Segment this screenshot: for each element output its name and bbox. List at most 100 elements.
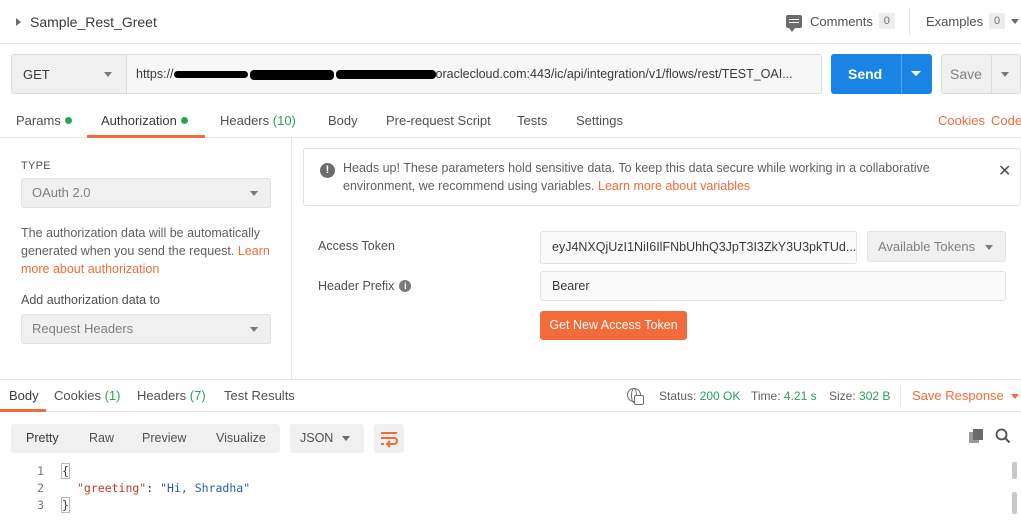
add-auth-to-value: Request Headers bbox=[32, 321, 134, 336]
tab-params[interactable]: Params bbox=[16, 113, 72, 128]
available-tokens-label: Available Tokens bbox=[878, 239, 976, 254]
json-key: "greeting" bbox=[77, 481, 147, 495]
alert-text: Heads up! These parameters hold sensitiv… bbox=[343, 159, 963, 195]
redaction-mark bbox=[173, 71, 248, 79]
available-tokens-select[interactable]: Available Tokens bbox=[867, 231, 1006, 262]
tab-settings[interactable]: Settings bbox=[576, 113, 623, 128]
url-input[interactable]: https:// oraclecloud.com:443/ic/api/integ… bbox=[126, 54, 822, 94]
tab-label: Authorization bbox=[101, 113, 177, 128]
send-label: Send bbox=[848, 66, 883, 82]
tab-label: Cookies bbox=[54, 388, 101, 403]
examples-count-badge: 0 bbox=[989, 13, 1006, 29]
format-value: JSON bbox=[300, 431, 334, 445]
save-options-chevron-icon[interactable] bbox=[1001, 72, 1009, 77]
divider bbox=[900, 386, 901, 406]
response-body-editor[interactable]: 1 2 3 { "greeting": "Hi, Shradha" } bbox=[0, 462, 1021, 527]
tab-label: Headers bbox=[137, 388, 187, 403]
tab-body[interactable]: Body bbox=[328, 113, 358, 128]
chevron-down-icon bbox=[104, 72, 112, 77]
response-tab-headers[interactable]: Headers (7) bbox=[137, 388, 206, 403]
save-button[interactable]: Save bbox=[941, 54, 1021, 94]
send-button[interactable]: Send bbox=[831, 54, 932, 94]
response-tab-cookies[interactable]: Cookies (1) bbox=[54, 388, 120, 403]
examples-label: Examples bbox=[926, 13, 984, 29]
status-dot-icon bbox=[180, 117, 188, 125]
code-line-greeting: "greeting": "Hi, Shradha" bbox=[77, 481, 250, 495]
time-value: 4.21 s bbox=[783, 389, 817, 403]
tab-count: (10) bbox=[272, 113, 296, 128]
send-options-chevron-icon[interactable] bbox=[911, 71, 921, 76]
code-open-brace: { bbox=[61, 463, 70, 479]
status-value: 200 OK bbox=[699, 389, 741, 403]
status-label: Status: bbox=[659, 389, 697, 403]
examples-button[interactable]: Examples 0 bbox=[926, 13, 1020, 29]
search-icon[interactable] bbox=[995, 428, 1011, 444]
chevron-down-icon bbox=[342, 436, 350, 441]
copy-icon[interactable] bbox=[969, 429, 983, 443]
url-suffix: oraclecloud.com:443/ic/api/integration/v… bbox=[435, 67, 793, 81]
code-link[interactable]: Code bbox=[991, 113, 1021, 128]
auth-type-panel: TYPE OAuth 2.0 The authorization data wi… bbox=[0, 138, 292, 380]
request-title-bar: Sample_Rest_Greet Comments 0 Examples 0 bbox=[0, 0, 1021, 44]
status-readout: Status: 200 OK bbox=[659, 389, 740, 403]
time-readout: Time: 4.21 s bbox=[751, 389, 817, 403]
tab-label: Params bbox=[16, 113, 61, 128]
help-icon[interactable]: i bbox=[399, 279, 412, 292]
request-name[interactable]: Sample_Rest_Greet bbox=[30, 14, 157, 30]
tab-count: (7) bbox=[189, 388, 206, 403]
response-tab-body[interactable]: Body bbox=[9, 388, 39, 403]
tab-authorization[interactable]: Authorization bbox=[101, 113, 188, 128]
json-colon: : bbox=[146, 481, 161, 495]
info-icon: ! bbox=[320, 163, 335, 178]
header-prefix-value: Bearer bbox=[552, 279, 590, 293]
scrollbar[interactable] bbox=[1012, 492, 1017, 514]
view-pretty-button[interactable]: Pretty bbox=[26, 431, 59, 445]
divider bbox=[991, 55, 992, 93]
size-label: Size: bbox=[829, 389, 856, 403]
get-new-access-token-button[interactable]: Get New Access Token bbox=[540, 311, 687, 340]
response-view-switcher: Pretty Raw Preview Visualize bbox=[11, 424, 280, 453]
size-value: 302 B bbox=[859, 389, 891, 403]
caret-right-icon[interactable] bbox=[16, 18, 21, 26]
view-preview-button[interactable]: Preview bbox=[142, 431, 186, 445]
globe-icon[interactable] bbox=[627, 388, 644, 405]
access-token-value: eyJ4NXQjUzI1NiI6IlFNbUhhQ3JpT3I3ZkY3U3pk… bbox=[552, 240, 857, 254]
chevron-down-icon bbox=[250, 327, 258, 332]
scrollbar[interactable] bbox=[1012, 462, 1017, 479]
type-heading: TYPE bbox=[21, 160, 51, 172]
chevron-down-icon bbox=[1010, 394, 1019, 400]
access-token-label: Access Token bbox=[318, 239, 395, 253]
redaction-mark bbox=[335, 70, 436, 80]
tab-pre-request-script[interactable]: Pre-request Script bbox=[386, 113, 491, 128]
request-tabs: Params Authorization Headers (10) Body P… bbox=[0, 104, 1021, 138]
divider bbox=[901, 54, 902, 94]
divider bbox=[909, 8, 910, 36]
sensitive-data-alert: ! Heads up! These parameters hold sensit… bbox=[303, 148, 1021, 206]
active-tab-indicator bbox=[0, 409, 46, 412]
save-label: Save bbox=[950, 66, 982, 82]
learn-more-variables-link[interactable]: Learn more about variables bbox=[598, 179, 750, 193]
chevron-down-icon bbox=[1011, 18, 1020, 24]
tab-count: (1) bbox=[104, 388, 121, 403]
format-select[interactable]: JSON bbox=[290, 424, 364, 453]
wrap-lines-button[interactable] bbox=[374, 424, 404, 453]
save-response-button[interactable]: Save Response bbox=[912, 388, 1019, 403]
cookies-link[interactable]: Cookies bbox=[938, 113, 985, 128]
tab-headers[interactable]: Headers (10) bbox=[220, 113, 296, 128]
auth-type-select[interactable]: OAuth 2.0 bbox=[21, 178, 271, 208]
tab-tests[interactable]: Tests bbox=[517, 113, 547, 128]
view-visualize-button[interactable]: Visualize bbox=[216, 431, 266, 445]
redaction-mark bbox=[249, 69, 334, 80]
save-response-label: Save Response bbox=[912, 388, 1004, 403]
close-icon[interactable]: ✕ bbox=[998, 161, 1011, 181]
add-auth-to-label: Add authorization data to bbox=[21, 293, 160, 307]
add-auth-to-select[interactable]: Request Headers bbox=[21, 314, 271, 344]
view-raw-button[interactable]: Raw bbox=[89, 431, 114, 445]
method-select[interactable]: GET bbox=[11, 54, 127, 94]
header-prefix-input[interactable]: Bearer bbox=[540, 271, 1006, 301]
response-tab-test-results[interactable]: Test Results bbox=[224, 388, 295, 403]
access-token-input[interactable]: eyJ4NXQjUzI1NiI6IlFNbUhhQ3JpT3I3ZkY3U3pk… bbox=[540, 231, 857, 264]
auth-description: The authorization data will be automatic… bbox=[21, 224, 277, 278]
header-prefix-label: Header Prefix bbox=[318, 279, 395, 293]
comments-button[interactable]: Comments 0 bbox=[786, 13, 895, 32]
